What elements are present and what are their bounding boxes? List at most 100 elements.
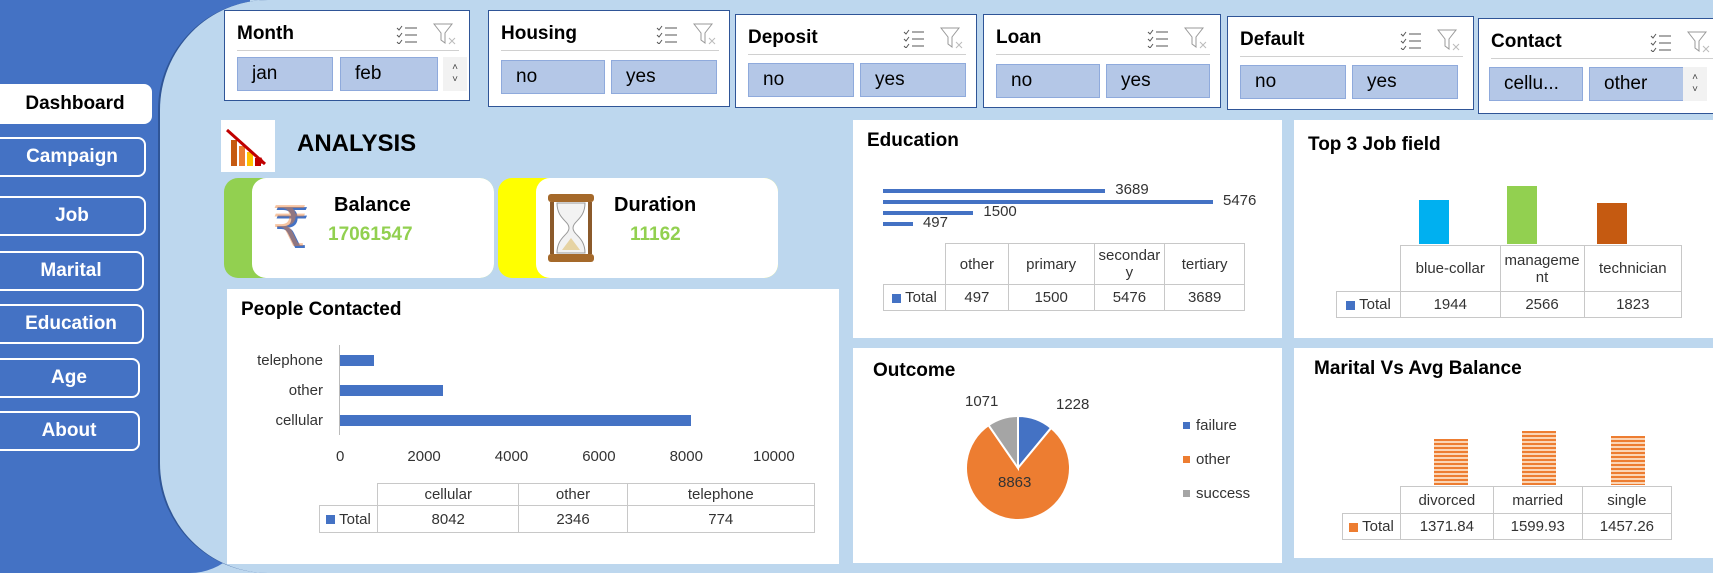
hourglass-icon <box>544 192 598 269</box>
table-header: secondar y <box>1093 243 1166 285</box>
slicer-item[interactable]: no <box>1240 65 1346 99</box>
card-title: People Contacted <box>241 299 402 320</box>
table-header: other <box>518 483 628 506</box>
clear-filter-icon[interactable] <box>431 20 459 48</box>
outcome-pie-chart: 1228 8863 1071 failure other success <box>965 393 1250 521</box>
kpi-balance-card: ₹ ₹ Balance 17061547 <box>252 178 494 278</box>
table-cell: 774 <box>626 505 816 533</box>
slicer-item[interactable]: no <box>501 60 605 94</box>
slicer-item[interactable]: other <box>1589 67 1693 101</box>
multi-select-icon[interactable] <box>653 20 681 48</box>
nav-item-job[interactable]: Job <box>0 196 146 236</box>
nav-item-about[interactable]: About <box>0 411 140 451</box>
tick-label: 2000 <box>407 448 441 465</box>
slicer-housing: Housing no yes <box>488 10 730 107</box>
empty-cell <box>884 244 946 285</box>
nav-item-age[interactable]: Age <box>0 358 140 398</box>
marital-table: divorced married single Total 1371.84 1599.9… <box>1342 486 1673 540</box>
clear-filter-icon[interactable] <box>1685 28 1713 56</box>
legend-swatch <box>892 293 902 303</box>
multi-select-icon[interactable] <box>393 20 421 48</box>
pie-data-label: 1071 <box>965 393 998 410</box>
education-card: Education 3689 5476 1500 497 other primary se… <box>853 120 1282 338</box>
slicer-item[interactable]: jan <box>237 57 333 91</box>
table-cell: 1599.93 <box>1492 513 1583 540</box>
multi-select-icon[interactable] <box>1647 28 1675 56</box>
table-cell: 2346 <box>518 505 628 533</box>
table-cell: 497 <box>945 284 1009 311</box>
tick-label: 0 <box>336 448 345 465</box>
slicer-month: Month jan feb ˄ ˅ <box>224 10 470 101</box>
multi-select-icon[interactable] <box>900 24 928 52</box>
tick-label: 8000 <box>669 448 703 465</box>
row-label-cell: Total <box>319 505 378 533</box>
table-header: telephone <box>626 483 816 506</box>
clear-filter-icon[interactable] <box>691 20 719 48</box>
slicer-item[interactable]: yes <box>1352 65 1458 99</box>
slicer-item[interactable]: yes <box>611 60 717 94</box>
tick-label: 10000 <box>753 448 795 465</box>
clear-filter-icon[interactable] <box>938 24 966 52</box>
slicer-item[interactable]: feb <box>340 57 438 91</box>
table-cell: 1371.84 <box>1400 513 1494 540</box>
table-header: other <box>945 243 1009 285</box>
table-cell: 1823 <box>1583 291 1683 318</box>
table-header: divorced <box>1400 486 1494 514</box>
slicer-deposit: Deposit no yes <box>735 14 977 108</box>
legend-swatch <box>1183 490 1190 497</box>
bar-label: cellular <box>275 412 323 429</box>
analysis-logo <box>221 120 275 172</box>
slicer-title: Deposit <box>748 26 818 48</box>
nav-item-marital[interactable]: Marital <box>0 251 144 291</box>
table-cell: 1500 <box>1007 284 1095 311</box>
pie-data-label: 8863 <box>998 474 1031 491</box>
legend-label: other <box>1196 451 1230 468</box>
kpi-label: Duration <box>614 194 697 216</box>
table-cell: 2566 <box>1499 291 1585 318</box>
scroll-arrows[interactable]: ˄ ˅ <box>1683 67 1707 101</box>
rupee-icon: ₹ ₹ <box>272 195 312 262</box>
row-label-cell: Total <box>1342 513 1401 540</box>
multi-select-icon[interactable] <box>1144 24 1172 52</box>
bar <box>883 222 913 226</box>
table-header: technician <box>1583 245 1683 292</box>
bar-label: telephone <box>257 352 323 369</box>
row-label: Total <box>1359 296 1391 313</box>
nav-item-campaign[interactable]: Campaign <box>0 137 146 177</box>
slicer-default: Default no yes <box>1227 16 1474 110</box>
table-header: manageme nt <box>1499 245 1585 292</box>
scroll-arrows[interactable]: ˄ ˅ <box>443 57 467 91</box>
table-header: primary <box>1007 243 1095 285</box>
row-label-cell: Total <box>883 284 946 311</box>
top-jobs-table: blue-collar manageme nt technician Total 19… <box>1336 245 1683 318</box>
bar <box>1522 431 1556 485</box>
outcome-card: Outcome 1228 8863 1071 failure other success <box>853 348 1282 563</box>
people-contacted-table: cellular other telephone Total 8042 2346 774 <box>319 483 816 533</box>
nav-item-education[interactable]: Education <box>0 304 144 344</box>
bar <box>1434 438 1468 485</box>
clear-filter-icon[interactable] <box>1435 26 1463 54</box>
slicer-title: Housing <box>501 22 577 44</box>
empty-cell <box>1343 487 1401 514</box>
bar <box>1419 200 1449 244</box>
table-cell: 1944 <box>1400 291 1501 318</box>
slicer-item[interactable]: yes <box>1106 64 1210 98</box>
clear-filter-icon[interactable] <box>1182 24 1210 52</box>
row-label: Total <box>905 289 937 306</box>
nav-item-dashboard[interactable]: Dashboard <box>0 84 152 124</box>
education-table: other primary secondar y tertiary Total 497 1… <box>883 243 1245 311</box>
slicer-item[interactable]: no <box>748 63 854 97</box>
bar <box>340 415 692 426</box>
data-label: 497 <box>922 214 948 231</box>
empty-cell <box>320 484 378 506</box>
table-header: married <box>1492 486 1583 514</box>
slicer-item[interactable]: yes <box>860 63 966 97</box>
slicer-title: Contact <box>1491 30 1562 52</box>
slicer-item[interactable]: cellu... <box>1489 67 1583 101</box>
slicer-item[interactable]: no <box>996 64 1100 98</box>
bar <box>883 189 1106 193</box>
multi-select-icon[interactable] <box>1397 26 1425 54</box>
axis-line <box>339 345 340 435</box>
legend-label: success <box>1196 485 1250 502</box>
bar <box>1611 435 1645 485</box>
